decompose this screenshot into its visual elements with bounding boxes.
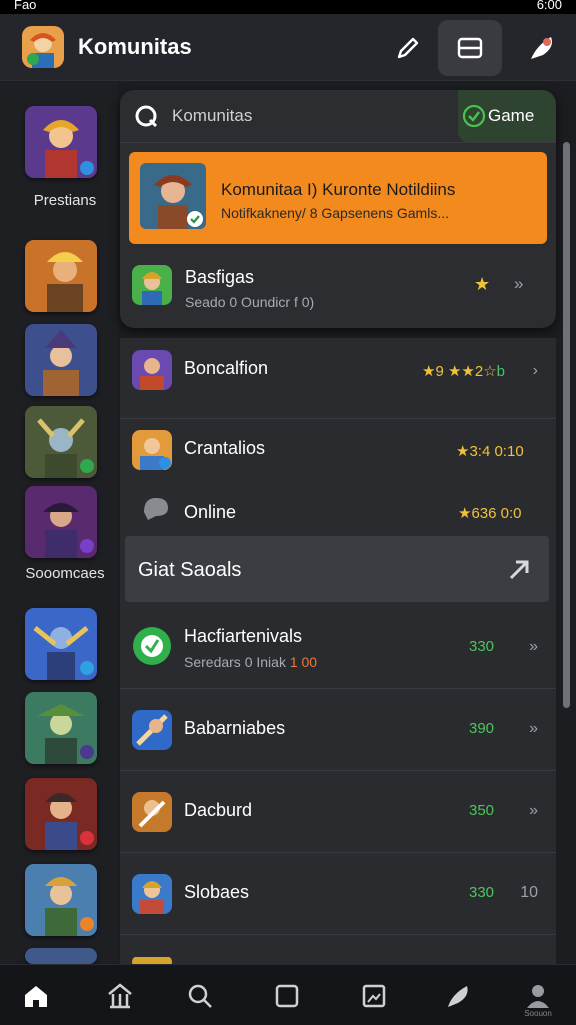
list-item[interactable]: Dacburd 350 » xyxy=(120,772,556,853)
search-icon xyxy=(135,105,158,128)
page-title: Komunitas xyxy=(78,34,192,59)
featured-notification[interactable]: Komunitaa I) Kuronte Notildiins Notifkak… xyxy=(129,152,547,244)
community-avatar-3[interactable] xyxy=(25,324,97,396)
community-avatar-5[interactable] xyxy=(25,486,97,558)
featured-title: Komunitaa I) Kuronte Notildiins xyxy=(221,180,456,199)
search-icon xyxy=(188,984,212,1008)
list-item-rating: ★3:4 0:10 xyxy=(456,443,524,460)
star-icon: ★ xyxy=(474,274,491,294)
list-item[interactable]: Babarniabes 390 » xyxy=(120,690,556,771)
profile-button[interactable] xyxy=(510,20,574,76)
list-item-name: Babarniabes xyxy=(184,718,286,738)
nav-quill[interactable] xyxy=(438,979,478,1013)
list-icon xyxy=(457,37,483,59)
list-item-icon xyxy=(132,350,172,390)
user-icon xyxy=(527,985,549,1008)
section-title: Giat Saoals xyxy=(138,559,242,581)
list-item-value: 350 xyxy=(469,802,495,819)
list-item-icon xyxy=(132,626,172,666)
building-icon xyxy=(108,983,132,1009)
edit-button[interactable] xyxy=(376,20,440,76)
nav-profile-caption: Soouon xyxy=(524,1009,552,1018)
item-name: Basfigas xyxy=(185,267,255,287)
list-item-rating: ★636 0:0 xyxy=(458,505,522,522)
list-item-name: Hacfiartenivals xyxy=(184,626,303,646)
list-item-name: Crantalios xyxy=(184,438,266,458)
list-item-name: Boncalfion xyxy=(184,358,269,378)
menu-button[interactable] xyxy=(438,20,502,76)
chevron-right-icon: 10 xyxy=(520,884,538,901)
list-item-rating: ★9 ★★2☆b xyxy=(422,363,505,380)
nav-home[interactable] xyxy=(16,979,56,1013)
chevron-right-icon: › xyxy=(532,362,538,379)
list-item-value: 390 xyxy=(469,720,495,737)
bottom-navigation: Soouon xyxy=(0,964,576,1025)
game-filter-chip[interactable]: Game xyxy=(458,90,556,142)
list-item-icon xyxy=(132,430,172,470)
search-input[interactable]: Komunitas xyxy=(172,106,252,126)
scrollbar[interactable] xyxy=(563,142,570,708)
featured-subtitle: Notifkakneny/ 8 Gapsenens Gamls... xyxy=(221,205,449,221)
list-item[interactable]: Slobaes 330 10 xyxy=(120,854,556,935)
chevron-right-icon: » xyxy=(529,802,538,819)
item-subtitle: Seado 0 Oundicr f 0) xyxy=(185,294,315,310)
list-item-value: 330 xyxy=(469,638,495,655)
sidebar-label-2: Sooomcaes xyxy=(25,565,105,582)
nav-profile[interactable]: Soouon xyxy=(518,979,558,1018)
community-avatar-8[interactable] xyxy=(25,778,97,850)
community-list: Boncalfion ★9 ★★2☆b › Crantalios ★3:4 0:… xyxy=(120,338,556,968)
top-app-bar: Komunitas xyxy=(0,14,576,81)
sidebar-label-1: Prestians xyxy=(33,192,97,209)
item-icon xyxy=(132,265,172,305)
nav-library[interactable] xyxy=(267,979,307,1013)
nav-community[interactable] xyxy=(100,979,140,1013)
feather-icon xyxy=(531,37,552,59)
community-avatar-2[interactable] xyxy=(25,240,97,312)
list-item-name: Slobaes xyxy=(184,882,250,902)
list-item-subtitle: Seredars 0 Iniak 1 00 xyxy=(184,654,318,670)
search-row[interactable]: Komunitas Game xyxy=(120,90,556,143)
list-item-icon xyxy=(132,710,172,750)
list-item-name: Online xyxy=(184,502,237,522)
community-avatar-4[interactable] xyxy=(25,406,97,478)
list-item-value: 330 xyxy=(469,884,495,901)
list-item[interactable]: Boncalfion ★9 ★★2☆b › xyxy=(120,338,556,419)
panel-list-item[interactable]: Basfigas Seado 0 Oundicr f 0) ★ » xyxy=(132,260,552,314)
status-bar: Fao 6:00 xyxy=(0,0,576,14)
list-item-online[interactable]: Online ★636 0:0 xyxy=(120,478,556,536)
nav-gallery[interactable] xyxy=(354,979,394,1013)
image-icon xyxy=(362,984,386,1008)
community-avatar-6[interactable] xyxy=(25,608,97,680)
feather-icon xyxy=(448,986,468,1007)
home-icon xyxy=(25,986,47,1007)
list-item-icon xyxy=(132,874,172,914)
community-avatar-1[interactable] xyxy=(25,106,97,178)
community-avatar-7[interactable] xyxy=(25,692,97,764)
chevron-right-icon: » xyxy=(529,720,538,737)
square-icon xyxy=(275,984,299,1008)
chip-label: Game xyxy=(488,106,535,125)
community-avatar-10[interactable] xyxy=(25,948,97,964)
community-panel: Komunitas Game Komunitaa I) Kuronte Noti… xyxy=(120,90,556,328)
chat-icon xyxy=(144,498,168,520)
section-header[interactable]: Giat Saoals xyxy=(125,536,549,602)
nav-search[interactable] xyxy=(180,979,220,1013)
list-item[interactable]: Hacfiartenivals Seredars 0 Iniak 1 00 33… xyxy=(120,608,556,689)
arrow-up-right-icon xyxy=(509,560,529,580)
chevron-right-icon: » xyxy=(529,638,538,655)
check-circle-icon xyxy=(462,104,486,128)
list-item-name: Dacburd xyxy=(184,800,253,820)
status-left: Fao xyxy=(14,0,37,12)
list-item-icon xyxy=(132,792,172,832)
community-avatar-9[interactable] xyxy=(25,864,97,936)
app-logo[interactable] xyxy=(22,26,64,68)
featured-thumbnail xyxy=(140,163,206,229)
pencil-icon xyxy=(397,37,419,59)
chevron-right-icon: » xyxy=(514,274,524,293)
status-time: 6:00 xyxy=(536,0,562,12)
community-sidebar: Prestians Sooomcaes xyxy=(0,82,118,964)
